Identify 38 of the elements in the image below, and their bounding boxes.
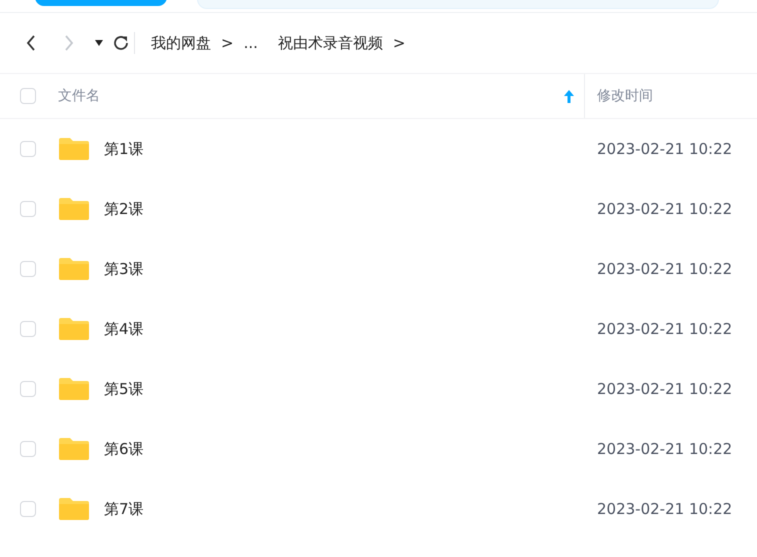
- checkbox[interactable]: [20, 381, 36, 397]
- folder-icon: [58, 137, 90, 161]
- modified-time: 2023-02-21 10:22: [596, 200, 732, 218]
- folder-icon: [58, 317, 90, 341]
- breadcrumb-item[interactable]: 祝由术录音视频: [278, 34, 383, 52]
- file-name[interactable]: 第5课: [104, 380, 144, 398]
- file-name[interactable]: 第1课: [104, 140, 144, 158]
- checkbox[interactable]: [20, 321, 36, 337]
- breadcrumb-separator: >: [392, 34, 406, 52]
- breadcrumb-separator: >: [221, 34, 234, 52]
- breadcrumb-item[interactable]: ...: [244, 34, 258, 52]
- column-header[interactable]: 文件名: [58, 87, 564, 105]
- file-name[interactable]: 第2课: [104, 200, 144, 218]
- modified-time: 2023-02-21 10:22: [596, 500, 732, 518]
- checkbox[interactable]: [20, 201, 36, 217]
- breadcrumb-item[interactable]: 我的网盘: [151, 34, 211, 52]
- folder-icon: [58, 377, 90, 401]
- file-name[interactable]: 第6课: [104, 440, 144, 458]
- column-header[interactable]: 修改时间: [585, 87, 653, 105]
- checkbox[interactable]: [20, 441, 36, 457]
- modified-time: 2023-02-21 10:22: [596, 260, 732, 278]
- file-name[interactable]: 第4课: [104, 320, 144, 338]
- modified-time: 2023-02-21 10:22: [596, 440, 732, 458]
- modified-time: 2023-02-21 10:22: [596, 320, 732, 338]
- folder-icon: [58, 437, 90, 461]
- modified-time: 2023-02-21 10:22: [596, 380, 732, 398]
- modified-time: 2023-02-21 10:22: [596, 140, 732, 158]
- checkbox[interactable]: [20, 141, 36, 157]
- folder-icon: [58, 497, 90, 521]
- refresh-icon[interactable]: [112, 34, 130, 52]
- checkbox[interactable]: [20, 261, 36, 277]
- checkbox[interactable]: [20, 501, 36, 517]
- file-name[interactable]: 第3课: [104, 260, 144, 278]
- file-name[interactable]: 第7课: [104, 500, 144, 518]
- sort-arrow-icon[interactable]: [564, 90, 574, 102]
- folder-icon: [58, 197, 90, 221]
- checkbox[interactable]: [20, 88, 36, 104]
- folder-icon: [58, 257, 90, 281]
